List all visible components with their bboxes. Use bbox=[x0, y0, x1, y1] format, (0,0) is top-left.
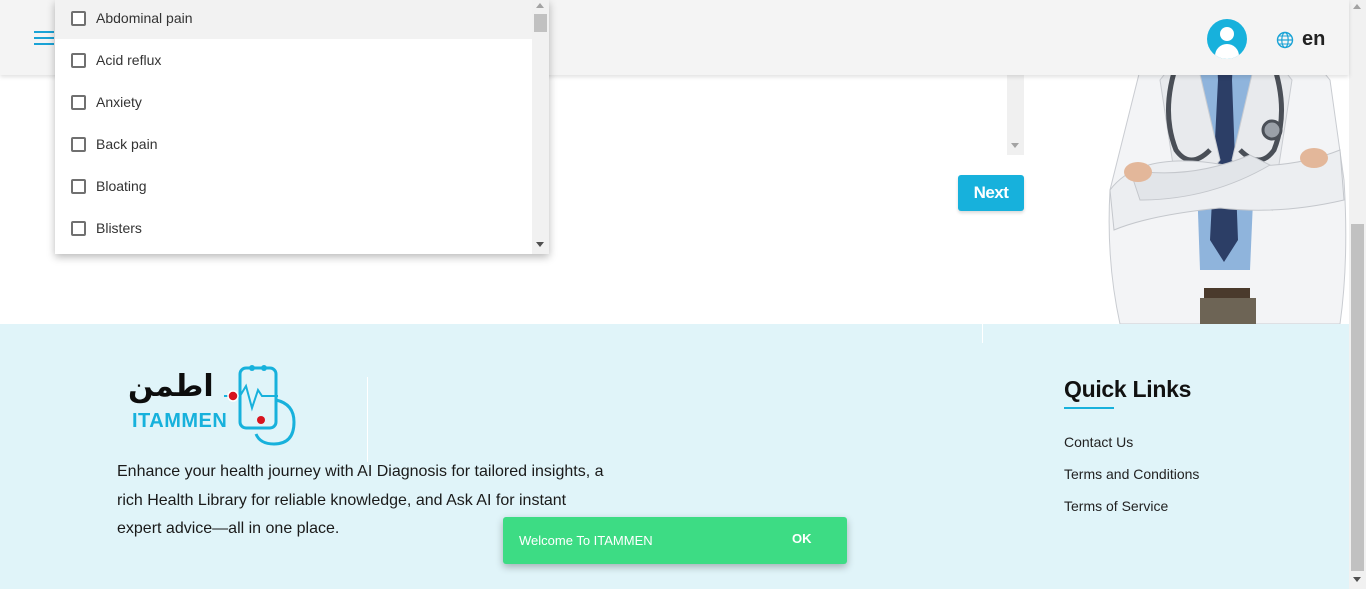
symptom-option[interactable]: Back pain bbox=[55, 123, 532, 165]
terms-of-service-link[interactable]: Terms of Service bbox=[1064, 498, 1168, 514]
user-avatar-icon[interactable] bbox=[1207, 19, 1247, 59]
symptom-option-label: Back pain bbox=[96, 136, 158, 152]
scrollbar-thumb[interactable] bbox=[1351, 224, 1364, 571]
dropdown-scrollbar-thumb[interactable] bbox=[534, 14, 547, 32]
checkbox-icon[interactable] bbox=[71, 220, 86, 236]
symptom-dropdown: Abdominal pain Acid reflux Anxiety Back … bbox=[55, 0, 549, 254]
textarea-scroll-down-icon[interactable] bbox=[1011, 143, 1019, 148]
symptom-option-label: Bloating bbox=[96, 178, 147, 194]
checkbox-icon[interactable] bbox=[71, 52, 86, 68]
next-button[interactable]: Next bbox=[958, 175, 1024, 211]
contact-us-link[interactable]: Contact Us bbox=[1064, 434, 1133, 450]
itammen-logo[interactable]: اطمن ITAMMEN bbox=[128, 364, 298, 446]
snackbar-message: Welcome To ITAMMEN bbox=[519, 533, 653, 548]
scroll-down-arrow-icon[interactable] bbox=[1353, 577, 1361, 582]
symptom-option[interactable]: Anxiety bbox=[55, 81, 532, 123]
textarea-scrollbar[interactable] bbox=[1007, 75, 1024, 155]
symptom-option[interactable]: Acid reflux bbox=[55, 39, 532, 81]
checkbox-icon[interactable] bbox=[71, 136, 86, 152]
language-selector[interactable]: en bbox=[1276, 28, 1325, 51]
scroll-up-arrow-icon[interactable] bbox=[1353, 4, 1361, 9]
symptom-option-label: Anxiety bbox=[96, 94, 142, 110]
dropdown-scroll-down-icon[interactable] bbox=[536, 242, 544, 247]
language-label: en bbox=[1302, 28, 1326, 50]
page-scrollbar[interactable] bbox=[1349, 0, 1366, 589]
quick-links-underline bbox=[1064, 407, 1114, 409]
logo-arabic-text: اطمن bbox=[128, 369, 214, 404]
welcome-snackbar: Welcome To ITAMMEN OK bbox=[503, 517, 847, 564]
checkbox-icon[interactable] bbox=[71, 94, 86, 110]
snackbar-ok-button[interactable]: OK bbox=[792, 531, 812, 546]
dropdown-scroll-up-icon[interactable] bbox=[536, 3, 544, 8]
logo-brand-text: ITAMMEN bbox=[132, 410, 228, 432]
symptom-option[interactable]: Blisters bbox=[55, 207, 532, 249]
divider bbox=[982, 324, 983, 343]
menu-icon[interactable] bbox=[34, 31, 54, 45]
dropdown-scrollbar[interactable] bbox=[532, 0, 549, 254]
symptom-option-label: Blisters bbox=[96, 220, 142, 236]
checkbox-icon[interactable] bbox=[71, 178, 86, 194]
divider bbox=[367, 377, 368, 462]
symptom-option-label: Abdominal pain bbox=[96, 10, 193, 26]
quick-links-title: Quick Links bbox=[1064, 376, 1192, 402]
terms-and-conditions-link[interactable]: Terms and Conditions bbox=[1064, 466, 1199, 482]
symptom-option[interactable]: Bloating bbox=[55, 165, 532, 207]
doctor-illustration bbox=[1108, 40, 1347, 324]
symptom-option[interactable]: Abdominal pain bbox=[55, 0, 532, 39]
symptom-option-label: Acid reflux bbox=[96, 52, 162, 68]
globe-icon bbox=[1276, 31, 1294, 48]
checkbox-icon[interactable] bbox=[71, 10, 86, 26]
